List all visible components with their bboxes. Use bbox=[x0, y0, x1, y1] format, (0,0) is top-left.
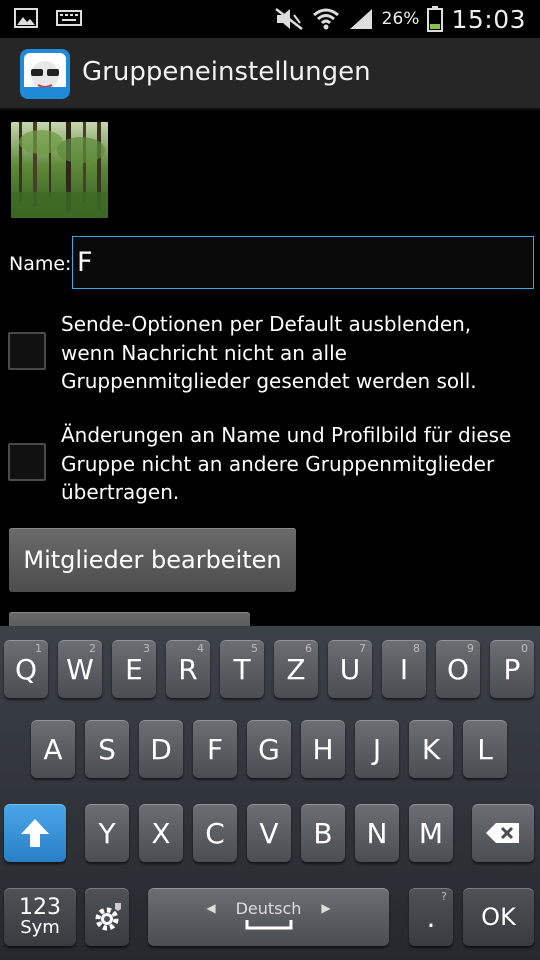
hide-send-options-checkbox[interactable] bbox=[8, 332, 46, 370]
key-x[interactable]: X bbox=[139, 804, 183, 862]
name-input[interactable]: F bbox=[72, 236, 534, 289]
key-a[interactable]: A bbox=[31, 720, 75, 778]
wifi-icon bbox=[312, 8, 339, 30]
key-c[interactable]: C bbox=[193, 804, 237, 862]
key-j[interactable]: J bbox=[355, 720, 399, 778]
key-v[interactable]: V bbox=[247, 804, 291, 862]
key-r[interactable]: 4R bbox=[166, 640, 210, 698]
group-settings-form: Name: F Sende-Optionen per Default ausbl… bbox=[0, 110, 540, 626]
app-logo-icon[interactable] bbox=[20, 49, 70, 99]
key-m[interactable]: M bbox=[409, 804, 453, 862]
key-h[interactable]: H bbox=[301, 720, 345, 778]
gear-icon bbox=[95, 903, 121, 931]
period-key[interactable]: ? . bbox=[409, 888, 453, 946]
space-key[interactable]: ◀ Deutsch ▶ bbox=[148, 888, 389, 946]
page-title: Gruppeneinstellungen bbox=[82, 57, 371, 87]
key-w[interactable]: 2W bbox=[58, 640, 102, 698]
key-e[interactable]: 3E bbox=[112, 640, 156, 698]
battery-percent: 26% bbox=[381, 9, 420, 29]
sym-key[interactable]: 123 Sym bbox=[4, 888, 76, 946]
key-n[interactable]: N bbox=[355, 804, 399, 862]
group-profile-image[interactable] bbox=[11, 122, 108, 218]
key-t[interactable]: 5T bbox=[220, 640, 264, 698]
no-sync-changes-checkbox[interactable] bbox=[8, 443, 46, 481]
space-bar-icon bbox=[245, 919, 292, 929]
backspace-key[interactable] bbox=[472, 804, 534, 862]
status-bar: 26% 15:03 bbox=[0, 0, 540, 38]
edit-members-button[interactable]: Mitglieder bearbeiten bbox=[9, 528, 296, 592]
key-b[interactable]: B bbox=[301, 804, 345, 862]
name-input-value: F bbox=[77, 247, 93, 278]
backspace-icon bbox=[486, 823, 519, 843]
key-f[interactable]: F bbox=[193, 720, 237, 778]
key-g[interactable]: G bbox=[247, 720, 291, 778]
key-q[interactable]: 1Q bbox=[4, 640, 48, 698]
key-z[interactable]: 6Z bbox=[274, 640, 318, 698]
shift-arrow-icon bbox=[21, 819, 49, 847]
key-l[interactable]: L bbox=[463, 720, 507, 778]
keyboard-icon bbox=[56, 10, 82, 26]
key-p[interactable]: 0P bbox=[490, 640, 534, 698]
image-icon bbox=[14, 8, 38, 28]
clock: 15:03 bbox=[451, 4, 526, 34]
key-s[interactable]: S bbox=[85, 720, 129, 778]
settings-key[interactable] bbox=[85, 888, 129, 946]
name-label: Name: bbox=[9, 253, 72, 275]
action-bar: Gruppeneinstellungen bbox=[0, 38, 540, 110]
mute-icon bbox=[274, 8, 303, 30]
key-d[interactable]: D bbox=[139, 720, 183, 778]
key-o[interactable]: 9O bbox=[436, 640, 480, 698]
no-sync-changes-label[interactable]: Änderungen an Name und Profilbild für di… bbox=[61, 421, 531, 507]
key-y[interactable]: Y bbox=[85, 804, 129, 862]
key-i[interactable]: 8I bbox=[382, 640, 426, 698]
hide-send-options-label[interactable]: Sende-Optionen per Default ausblenden, w… bbox=[61, 310, 531, 396]
secondary-button-partial[interactable] bbox=[9, 612, 250, 626]
soft-keyboard: 1Q 2W 3E 4R 5T 6Z 7U 8I 9O 0P A S D F G … bbox=[0, 626, 540, 960]
key-u[interactable]: 7U bbox=[328, 640, 372, 698]
signal-icon bbox=[349, 9, 372, 29]
key-k[interactable]: K bbox=[409, 720, 453, 778]
shift-key[interactable] bbox=[4, 804, 66, 862]
ok-key[interactable]: OK bbox=[463, 888, 534, 946]
keyboard-language-label: Deutsch bbox=[235, 898, 302, 918]
right-arrow-icon: ▶ bbox=[321, 901, 331, 915]
left-arrow-icon: ◀ bbox=[206, 901, 216, 915]
battery-icon bbox=[427, 6, 444, 32]
